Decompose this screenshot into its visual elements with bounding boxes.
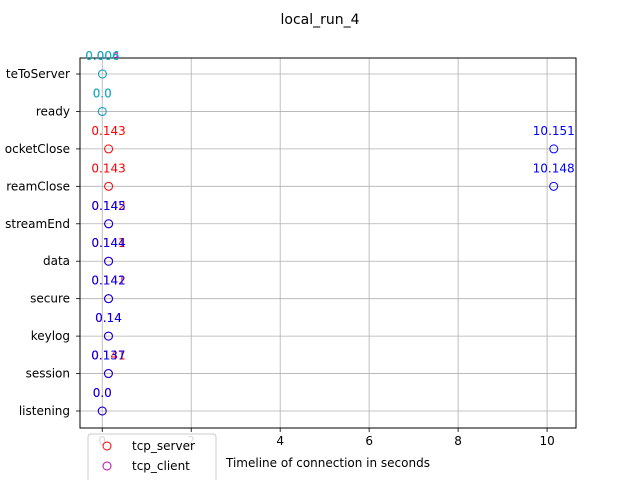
legend: tcp_server tcp_client xyxy=(87,433,217,480)
data-label: 10.148 xyxy=(533,161,575,175)
x-tick-label: 10 xyxy=(539,434,554,448)
x-tick-label: 6 xyxy=(365,434,373,448)
legend-label: tcp_client xyxy=(132,459,190,473)
y-tick-label: secure xyxy=(30,292,70,306)
plot-area xyxy=(79,57,577,429)
chart-title: local_run_4 xyxy=(280,12,359,28)
y-axis-ticks: listening session keylog secure data streamEn… xyxy=(5,67,80,418)
data-label: 10.151 xyxy=(533,124,575,138)
data-labels: 0.00.1410.140.1410.1410.1420.1430.1430.0… xyxy=(85,49,575,400)
chart: local_run_4 0246810 listeningsessionkeyl… xyxy=(5,12,577,480)
y-tick-label: streamEnd xyxy=(5,217,70,231)
y-tick-label: keylog xyxy=(31,329,70,343)
data-markers xyxy=(97,69,559,416)
y-tick-label: ocketClose xyxy=(5,142,70,156)
grid xyxy=(80,58,576,428)
y-tick-label: session xyxy=(26,367,70,381)
x-tick-label: 4 xyxy=(276,434,284,448)
x-axis-label: Timeline of connection in seconds xyxy=(225,456,430,470)
y-tick-label: reamClose xyxy=(6,179,70,193)
data-label: 0.0 xyxy=(93,386,112,400)
data-label: 0.14 xyxy=(95,311,122,325)
data-label: 0.144 xyxy=(91,236,125,250)
legend-label: tcp_server xyxy=(132,439,195,453)
data-label: 0.142 xyxy=(91,274,125,288)
y-tick-label: data xyxy=(43,254,70,268)
y-tick-label: ready xyxy=(36,104,70,118)
y-tick-label: listening xyxy=(19,404,70,418)
data-label: 0.143 xyxy=(91,124,125,138)
data-label: 0.137 xyxy=(91,349,125,363)
data-label: 0.145 xyxy=(92,199,126,213)
data-label: 0.006 xyxy=(85,49,119,63)
y-tick-label: teToServer xyxy=(6,67,70,81)
data-label: 0.0 xyxy=(93,86,112,100)
x-tick-label: 8 xyxy=(454,434,462,448)
data-label: 0.143 xyxy=(91,161,125,175)
